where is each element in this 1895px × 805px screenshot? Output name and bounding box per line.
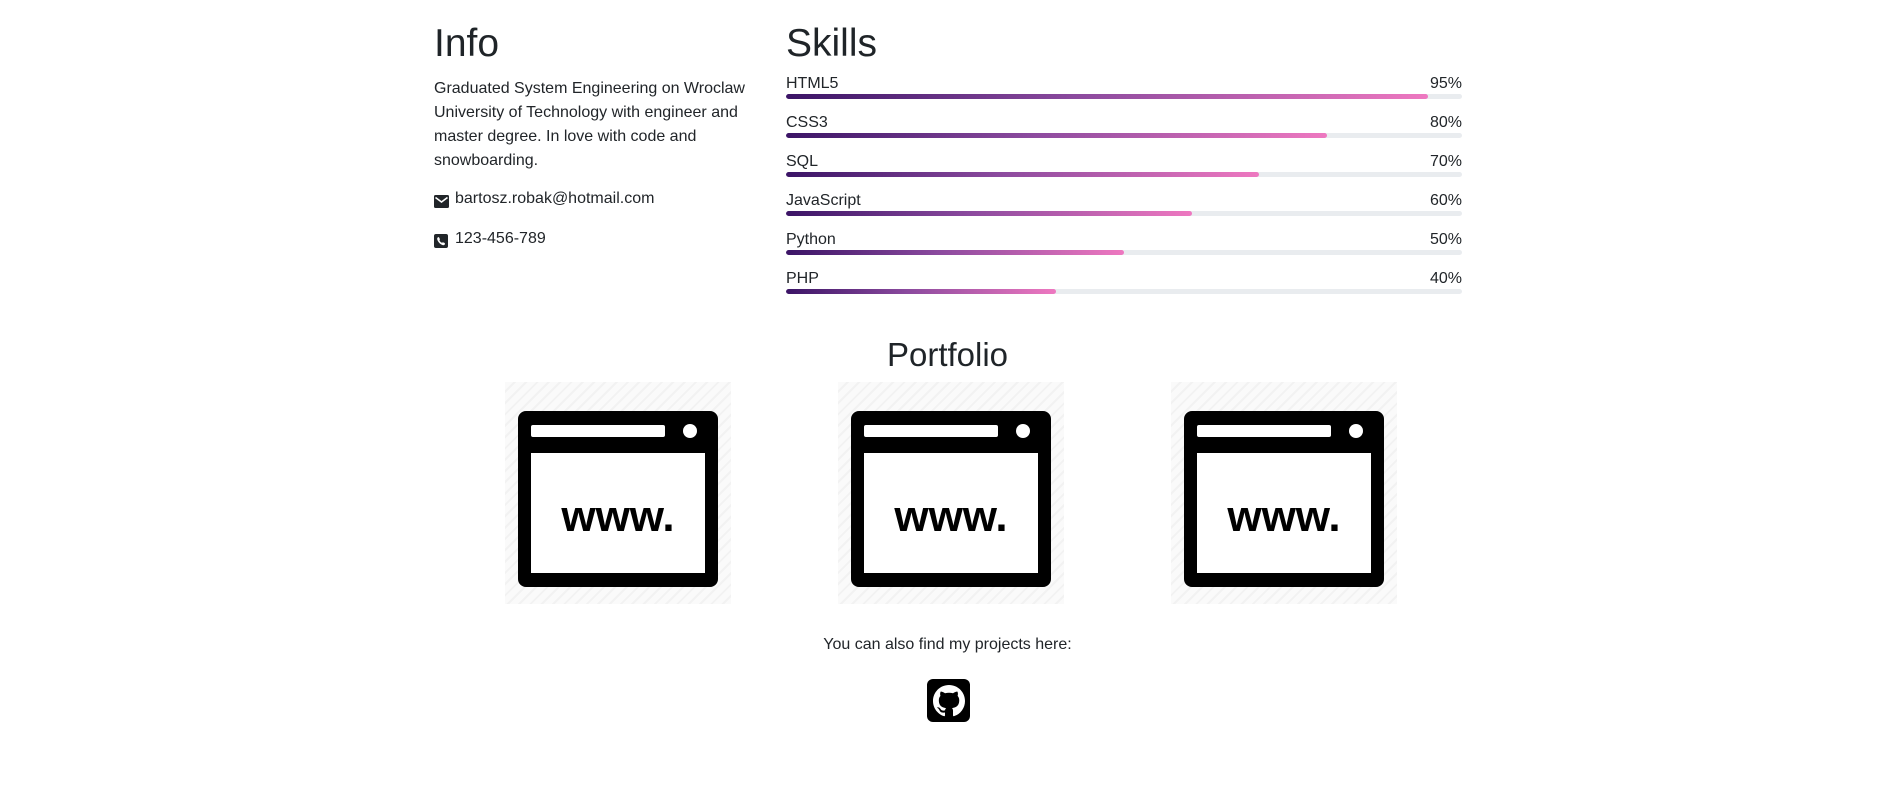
portfolio-tile[interactable]: www. <box>1171 382 1397 604</box>
skill-name: PHP <box>786 270 819 287</box>
phone-contact: 123-456-789 <box>434 227 754 251</box>
skill-list: HTML5 95% CSS3 80% SQL 70% JavaScript 60… <box>786 74 1462 308</box>
skills-section: Skills HTML5 95% CSS3 80% SQL 70% JavaSc… <box>786 24 1462 308</box>
also-find-text: You can also find my projects here: <box>823 636 1072 653</box>
skill-name: JavaScript <box>786 192 861 209</box>
skill-progress-bar <box>786 289 1462 294</box>
skill-item: Python 50% <box>786 230 1462 269</box>
email-contact[interactable]: bartosz.robak@hotmail.com <box>434 187 754 211</box>
skill-percent: 40% <box>1429 270 1462 287</box>
page: Info Graduated System Engineering on Wro… <box>0 0 1895 805</box>
skill-item: HTML5 95% <box>786 74 1462 113</box>
skill-progress-bar <box>786 172 1462 177</box>
phone-icon <box>434 232 449 248</box>
skill-progress-bar <box>786 94 1462 99</box>
skill-progress-fill <box>786 133 1327 138</box>
github-link[interactable] <box>927 679 970 722</box>
portfolio-tile[interactable]: www. <box>505 382 731 604</box>
tile-www-text: www. <box>1226 492 1340 541</box>
skill-item: CSS3 80% <box>786 113 1462 152</box>
skill-progress-bar <box>786 211 1462 216</box>
skill-name: Python <box>786 231 836 248</box>
info-description: Graduated System Engineering on Wroclaw … <box>434 80 745 169</box>
skill-name: SQL <box>786 153 819 170</box>
browser-www-icon: www. <box>518 411 718 587</box>
portfolio-tile[interactable]: www. <box>838 382 1064 604</box>
info-section: Info Graduated System Engineering on Wro… <box>434 24 754 251</box>
tile-www-text: www. <box>560 492 674 541</box>
skill-item: JavaScript 60% <box>786 191 1462 230</box>
skill-progress-fill <box>786 94 1429 99</box>
skill-progress-fill <box>786 289 1057 294</box>
envelope-icon <box>434 192 449 208</box>
skill-progress-bar <box>786 250 1462 255</box>
info-title: Info <box>434 22 500 65</box>
skill-progress-fill <box>786 211 1192 216</box>
email-text[interactable]: bartosz.robak@hotmail.com <box>455 187 654 211</box>
skill-item: PHP 40% <box>786 269 1462 308</box>
github-icon <box>932 684 965 716</box>
browser-www-icon: www. <box>1184 411 1384 587</box>
skill-progress-fill <box>786 250 1124 255</box>
skill-percent: 70% <box>1429 153 1462 170</box>
skill-percent: 50% <box>1429 231 1462 248</box>
skill-percent: 80% <box>1429 114 1462 131</box>
skill-progress-fill <box>786 172 1260 177</box>
browser-www-icon: www. <box>851 411 1051 587</box>
skill-percent: 95% <box>1429 75 1462 92</box>
skill-name: HTML5 <box>786 75 839 92</box>
skill-item: SQL 70% <box>786 152 1462 191</box>
skill-name: CSS3 <box>786 114 828 131</box>
portfolio-title: Portfolio <box>886 336 1009 373</box>
tile-www-text: www. <box>893 492 1007 541</box>
skill-percent: 60% <box>1429 192 1462 209</box>
skills-title: Skills <box>786 22 878 65</box>
skill-progress-bar <box>786 133 1462 138</box>
phone-text: 123-456-789 <box>455 230 546 247</box>
